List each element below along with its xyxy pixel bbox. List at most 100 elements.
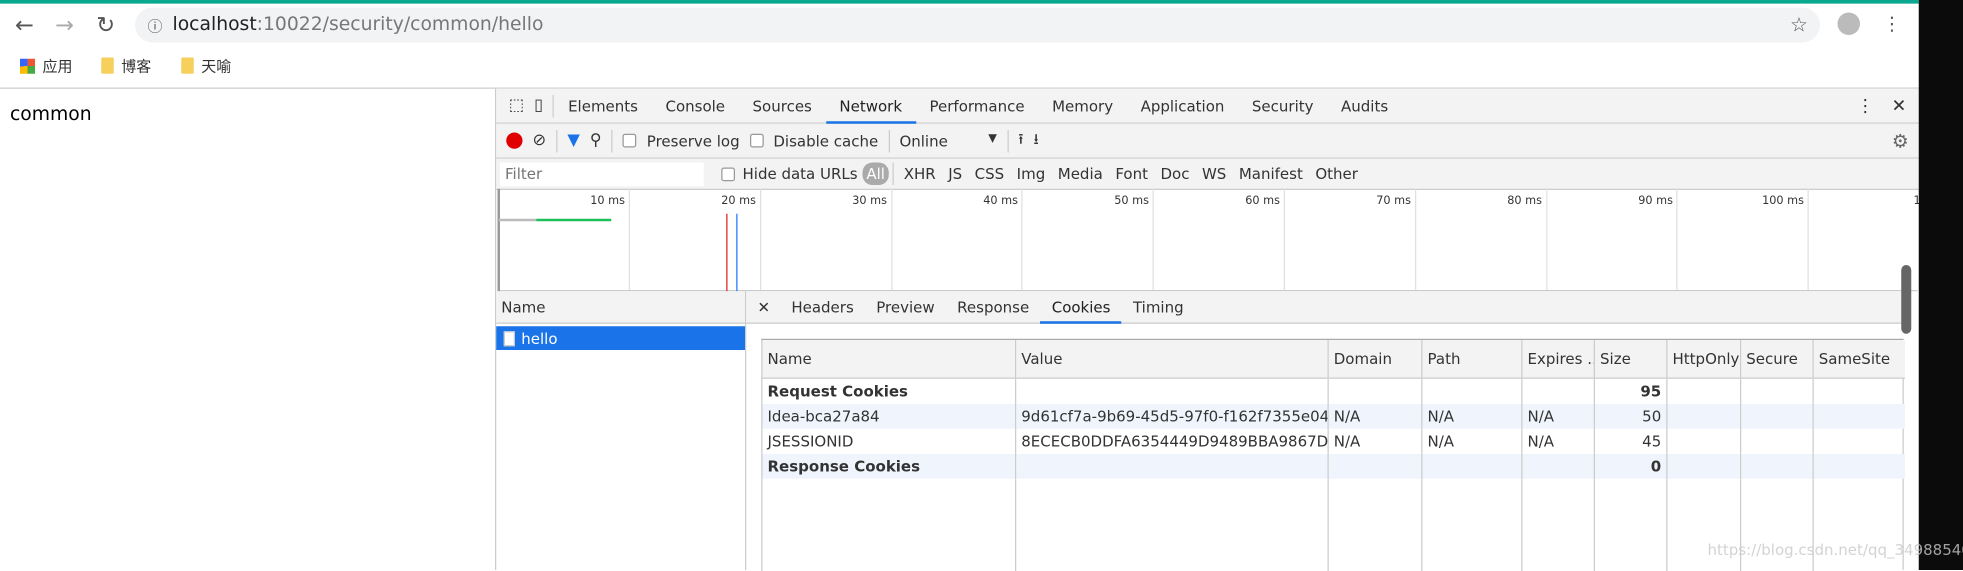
tab-preview[interactable]: Preview bbox=[865, 291, 946, 324]
search-icon[interactable]: ⚲ bbox=[590, 131, 602, 150]
empty-cell bbox=[1016, 479, 1329, 571]
timeline-tick-label: 90 ms bbox=[1623, 195, 1673, 208]
menu-icon[interactable]: ⋮ bbox=[1883, 13, 1902, 36]
devtools-menu-icon[interactable]: ⋮ bbox=[1844, 96, 1887, 116]
forward-icon[interactable]: → bbox=[55, 13, 74, 39]
avatar[interactable] bbox=[1838, 13, 1861, 36]
filter-type-manifest[interactable]: Manifest bbox=[1233, 165, 1310, 183]
timeline-gridline bbox=[760, 189, 761, 290]
tab-response[interactable]: Response bbox=[946, 291, 1041, 324]
disable-cache-checkbox[interactable] bbox=[750, 134, 764, 148]
timeline-tick-label: 100 ms bbox=[1754, 195, 1804, 208]
export-har-icon[interactable]: ⭳ bbox=[1033, 128, 1038, 154]
column-header[interactable]: Name bbox=[762, 340, 1016, 379]
cookie-row[interactable]: JSESSIONID8ECECB0DDFA6354449D9489BBA9867… bbox=[762, 429, 1905, 454]
timeline-tick-label: 50 ms bbox=[1099, 195, 1149, 208]
tab-sources[interactable]: Sources bbox=[739, 88, 826, 123]
cookie-cell bbox=[1667, 429, 1741, 454]
tab-network[interactable]: Network bbox=[826, 88, 916, 123]
column-header[interactable]: SameSite bbox=[1813, 340, 1904, 379]
filter-type-other[interactable]: Other bbox=[1309, 165, 1364, 183]
record-icon[interactable] bbox=[506, 133, 522, 149]
back-icon[interactable]: ← bbox=[15, 13, 34, 39]
close-details-icon[interactable]: ✕ bbox=[746, 298, 780, 316]
bookmark-label: 应用 bbox=[43, 55, 73, 76]
filter-type-ws[interactable]: WS bbox=[1196, 165, 1233, 183]
preserve-log-checkbox[interactable] bbox=[623, 134, 637, 148]
column-header[interactable]: Path bbox=[1422, 340, 1522, 379]
cookie-row[interactable]: Idea-bca27a849d61cf7a-9b69-45d5-97f0-f16… bbox=[762, 404, 1905, 429]
bookmark-blog[interactable]: 博客 bbox=[101, 55, 151, 76]
devtools-tabbar: ⬚ ▯ Elements Console Sources Network Per… bbox=[496, 89, 1919, 124]
filter-bar: Hide data URLs All XHR JS CSS Img Media … bbox=[496, 159, 1919, 190]
tab-console[interactable]: Console bbox=[652, 88, 739, 123]
cookie-cell bbox=[1741, 379, 1814, 404]
cookie-cell bbox=[1016, 454, 1329, 479]
inspect-element-icon[interactable]: ⬚ bbox=[496, 96, 531, 115]
scrollbar[interactable] bbox=[1901, 265, 1911, 334]
apps-grid-icon bbox=[20, 58, 35, 73]
network-overview-timeline[interactable]: 10 ms20 ms30 ms40 ms50 ms60 ms70 ms80 ms… bbox=[498, 189, 1918, 292]
filter-type-css[interactable]: CSS bbox=[968, 165, 1010, 183]
column-header[interactable]: Expires ... bbox=[1522, 340, 1595, 379]
filter-type-all[interactable]: All bbox=[863, 163, 889, 186]
filter-type-img[interactable]: Img bbox=[1010, 165, 1051, 183]
filter-type-media[interactable]: Media bbox=[1052, 165, 1110, 183]
network-toolbar: ⊘ ▼ ⚲ Preserve log Disable cache Online▼… bbox=[496, 124, 1919, 159]
bookmark-tianyu[interactable]: 天喻 bbox=[181, 55, 231, 76]
url-text[interactable]: localhost:10022/security/common/hello bbox=[173, 13, 544, 36]
column-header[interactable]: Size bbox=[1594, 340, 1667, 379]
disable-cache-label: Disable cache bbox=[773, 132, 878, 150]
star-icon[interactable]: ☆ bbox=[1790, 13, 1808, 37]
import-har-icon[interactable]: ⭱ bbox=[1018, 128, 1023, 154]
throttling-value: Online bbox=[899, 132, 947, 150]
bookmark-apps[interactable]: 应用 bbox=[20, 55, 73, 76]
tab-cookies[interactable]: Cookies bbox=[1040, 291, 1121, 324]
tab-elements[interactable]: Elements bbox=[554, 88, 651, 123]
column-header[interactable]: Value bbox=[1016, 340, 1329, 379]
cookie-row[interactable]: Request Cookies95 bbox=[762, 379, 1905, 404]
divider bbox=[1007, 129, 1008, 152]
filter-type-js[interactable]: JS bbox=[942, 165, 968, 183]
cookies-header-row: NameValueDomainPathExpires ...SizeHttpOn… bbox=[762, 340, 1905, 379]
timeline-gridline bbox=[1284, 189, 1285, 290]
clear-icon[interactable]: ⊘ bbox=[533, 131, 547, 150]
tab-memory[interactable]: Memory bbox=[1038, 88, 1127, 123]
close-devtools-icon[interactable]: ✕ bbox=[1887, 96, 1919, 116]
filter-input[interactable] bbox=[500, 162, 704, 186]
request-list: Name hello bbox=[496, 291, 746, 570]
filter-type-doc[interactable]: Doc bbox=[1154, 165, 1195, 183]
tab-application[interactable]: Application bbox=[1127, 88, 1238, 123]
timeline-handle[interactable] bbox=[498, 189, 501, 292]
cookie-cell bbox=[1422, 379, 1522, 404]
filter-type-font[interactable]: Font bbox=[1109, 165, 1154, 183]
tab-audits[interactable]: Audits bbox=[1327, 88, 1402, 123]
info-icon[interactable]: ⓘ bbox=[148, 15, 163, 36]
cookie-row[interactable]: Response Cookies0 bbox=[762, 454, 1905, 479]
empty-cell bbox=[1594, 479, 1667, 571]
column-header[interactable]: Secure bbox=[1741, 340, 1814, 379]
column-header[interactable]: Domain bbox=[1328, 340, 1422, 379]
filter-type-xhr[interactable]: XHR bbox=[897, 165, 941, 183]
timeline-gridline bbox=[891, 189, 892, 290]
filter-icon[interactable]: ▼ bbox=[567, 131, 580, 150]
cookie-cell: N/A bbox=[1522, 429, 1595, 454]
hide-data-urls-checkbox[interactable] bbox=[721, 167, 735, 181]
tab-headers[interactable]: Headers bbox=[780, 291, 865, 324]
column-header[interactable]: HttpOnly bbox=[1667, 340, 1741, 379]
settings-gear-icon[interactable]: ⚙ bbox=[1892, 129, 1909, 152]
tab-security[interactable]: Security bbox=[1238, 88, 1327, 123]
name-column-header[interactable]: Name bbox=[496, 291, 745, 324]
reload-icon[interactable]: ↻ bbox=[96, 13, 115, 39]
timeline-gridline bbox=[1677, 189, 1678, 290]
cookie-cell: N/A bbox=[1522, 404, 1595, 429]
tab-performance[interactable]: Performance bbox=[916, 88, 1039, 123]
request-row-hello[interactable]: hello bbox=[496, 326, 745, 350]
divider bbox=[612, 129, 613, 152]
tab-timing[interactable]: Timing bbox=[1122, 291, 1195, 324]
throttling-select[interactable]: Online▼ bbox=[899, 132, 997, 150]
url-host: localhost bbox=[173, 13, 257, 36]
cookie-cell: JSESSIONID bbox=[762, 429, 1016, 454]
device-toolbar-icon[interactable]: ▯ bbox=[532, 96, 553, 115]
cookie-cell bbox=[1667, 454, 1741, 479]
